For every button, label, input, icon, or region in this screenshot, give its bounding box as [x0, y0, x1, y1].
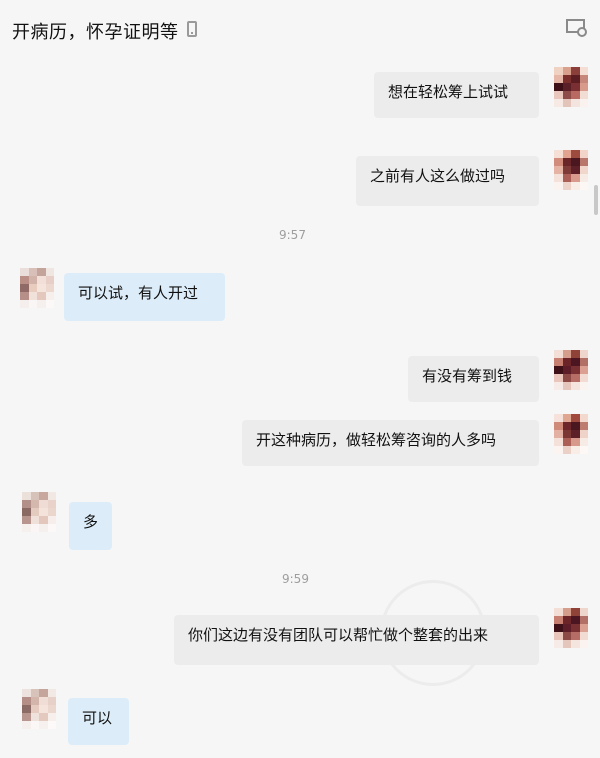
message-text: 之前有人这么做过吗 [370, 167, 506, 185]
avatar[interactable] [554, 67, 588, 107]
avatar[interactable] [20, 268, 54, 308]
message-text: 想在轻松筹上试试 [388, 83, 509, 101]
chat-settings-icon[interactable] [566, 19, 588, 37]
message-text: 可以试，有人开过 [78, 284, 199, 302]
avatar[interactable] [554, 414, 588, 454]
avatar[interactable] [554, 350, 588, 390]
avatar[interactable] [554, 608, 588, 648]
avatar[interactable] [22, 492, 56, 532]
avatar[interactable] [22, 689, 56, 729]
message-text: 多 [83, 513, 99, 531]
chat-title: 开病历，怀孕证明等 [12, 22, 179, 43]
message-bubble-incoming[interactable]: 可以试，有人开过 [64, 273, 225, 321]
message-text: 你们这边有没有团队可以帮忙做个整套的出来 [188, 626, 489, 644]
timestamp: 9:57 [279, 228, 306, 242]
avatar[interactable] [554, 150, 588, 190]
message-bubble-outgoing[interactable]: 你们这边有没有团队可以帮忙做个整套的出来 [174, 615, 539, 665]
message-bubble-outgoing[interactable]: 之前有人这么做过吗 [356, 156, 539, 206]
scrollbar[interactable] [594, 185, 598, 215]
chat-header: 开病历，怀孕证明等 [0, 0, 600, 56]
message-text: 开这种病历，做轻松筹咨询的人多吗 [256, 431, 497, 449]
message-bubble-incoming[interactable]: 多 [69, 502, 112, 550]
message-text: 有没有筹到钱 [422, 367, 513, 385]
message-text: 可以 [82, 709, 113, 727]
message-bubble-outgoing[interactable]: 有没有筹到钱 [408, 356, 539, 402]
message-bubble-outgoing[interactable]: 开这种病历，做轻松筹咨询的人多吗 [242, 420, 539, 466]
message-bubble-incoming[interactable]: 可以 [68, 698, 129, 745]
phone-icon[interactable] [187, 21, 197, 37]
message-bubble-outgoing[interactable]: 想在轻松筹上试试 [374, 72, 539, 118]
timestamp: 9:59 [282, 572, 309, 586]
